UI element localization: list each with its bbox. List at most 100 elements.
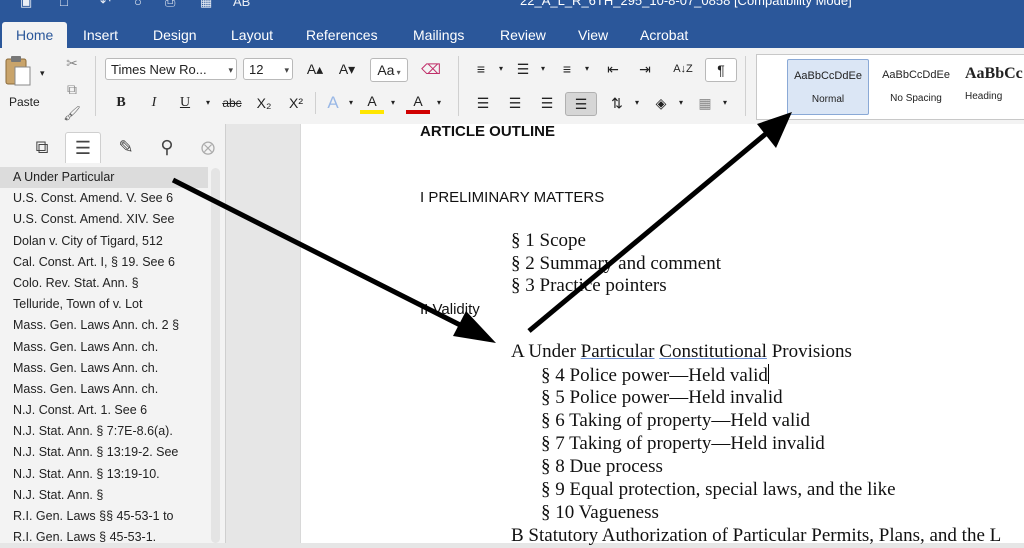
ribbon-home: ▾ Paste ✂ ⧉ 🖌 Times New Ro... ▾ 12 ▾ A▴ … xyxy=(0,48,1024,125)
nav-item[interactable]: Mass. Gen. Laws Ann. ch. xyxy=(0,379,208,400)
navigation-tabs: ⧉ ☰ ✎ ⚲ ⨂ xyxy=(0,124,225,166)
sidebar-toggle-icon[interactable]: ▣ xyxy=(20,0,32,10)
shading-icon[interactable]: ◈ xyxy=(648,92,674,114)
document-map-icon[interactable]: ☰ xyxy=(65,132,101,163)
outline-line: § 4 Police power—Held valid xyxy=(541,364,769,387)
decrease-indent-icon[interactable]: ⇤ xyxy=(600,58,626,80)
nav-item[interactable]: R.I. Gen. Laws § 45-53-1. xyxy=(0,527,208,548)
nav-item[interactable]: Colo. Rev. Stat. Ann. § xyxy=(0,273,208,294)
chevron-down-icon: ▾ xyxy=(284,65,289,75)
underline-dropdown-icon[interactable]: ▾ xyxy=(202,92,214,114)
tab-home[interactable]: Home xyxy=(2,22,68,48)
subheading-b: B Statutory Authorization of Particular … xyxy=(511,525,1002,546)
align-left-icon[interactable]: ☰ xyxy=(470,92,496,114)
font-name-value: Times New Ro... xyxy=(111,62,207,77)
undo-icon[interactable]: ↶ xyxy=(100,0,111,10)
multilevel-dropdown-icon[interactable]: ▾ xyxy=(582,58,592,80)
nav-item[interactable]: N.J. Stat. Ann. § xyxy=(0,485,208,506)
shading-dropdown-icon[interactable]: ▾ xyxy=(676,92,686,114)
tab-design[interactable]: Design xyxy=(139,22,211,48)
highlight-dropdown-icon[interactable]: ▾ xyxy=(388,92,398,114)
redo-icon[interactable]: ○ xyxy=(134,0,142,9)
font-size-value: 12 xyxy=(249,62,264,77)
font-color-dropdown-icon[interactable]: ▾ xyxy=(434,92,444,114)
print-icon[interactable]: ⎙ xyxy=(165,0,175,10)
format-painter-icon[interactable]: 🖌 xyxy=(62,102,82,124)
line-spacing-icon[interactable]: ⇅ xyxy=(604,92,630,114)
thumbnails-icon[interactable]: ⧉ xyxy=(25,132,59,162)
outline-text: § 4 Police power—Held valid xyxy=(541,365,768,386)
superscript-button[interactable]: X² xyxy=(284,92,308,114)
justify-icon[interactable]: ☰ xyxy=(565,92,597,116)
tab-references[interactable]: References xyxy=(292,22,392,48)
nav-item[interactable]: Cal. Const. Art. I, § 19. See 6 xyxy=(0,252,208,273)
style-no-spacing[interactable]: AaBbCcDdEe No Spacing xyxy=(876,59,956,113)
borders-dropdown-icon[interactable]: ▾ xyxy=(720,92,730,114)
strikethrough-button[interactable]: abc xyxy=(218,92,246,114)
search-icon[interactable]: ⚲ xyxy=(150,132,184,162)
customize-icon[interactable]: ▦ xyxy=(200,0,212,10)
nav-item[interactable]: Dolan v. City of Tigard, 512 xyxy=(0,231,208,252)
text-effects-dropdown-icon[interactable]: ▾ xyxy=(346,92,356,114)
borders-icon[interactable]: ▦ xyxy=(692,92,718,114)
style-heading[interactable]: AaBbCc Heading xyxy=(965,59,1024,113)
bullets-dropdown-icon[interactable]: ▾ xyxy=(496,58,506,80)
line-spacing-dropdown-icon[interactable]: ▾ xyxy=(632,92,642,114)
nav-item[interactable]: U.S. Const. Amend. XIV. See xyxy=(0,209,208,230)
tab-acrobat[interactable]: Acrobat xyxy=(626,22,702,48)
show-formatting-button[interactable]: ¶ xyxy=(705,58,737,82)
tab-insert[interactable]: Insert xyxy=(69,22,132,48)
italic-button[interactable]: I xyxy=(143,92,165,114)
clear-formatting-icon[interactable]: ⌫ xyxy=(418,58,444,80)
font-name-select[interactable]: Times New Ro... ▾ xyxy=(105,58,237,80)
nav-item[interactable]: Mass. Gen. Laws Ann. ch. xyxy=(0,358,208,379)
increase-indent-icon[interactable]: ⇥ xyxy=(632,58,658,80)
bullets-icon[interactable]: ≡ xyxy=(468,58,494,80)
style-sample: AaBbCc xyxy=(965,65,1023,82)
sort-button[interactable]: A↓Z xyxy=(668,58,698,80)
subscript-button[interactable]: X₂ xyxy=(252,92,276,114)
nav-item[interactable]: A Under Particular xyxy=(0,167,208,189)
outline-line: § 9 Equal protection, special laws, and … xyxy=(541,479,896,500)
outline-line: § 3 Practice pointers xyxy=(511,275,667,296)
cut-icon[interactable]: ✂ xyxy=(62,52,82,74)
nav-item[interactable]: N.J. Stat. Ann. § 13:19-10. xyxy=(0,464,208,485)
change-case-button[interactable]: Aa ▾ xyxy=(370,58,408,82)
paste-dropdown-icon[interactable]: ▾ xyxy=(40,62,45,84)
align-center-icon[interactable]: ☰ xyxy=(502,92,528,114)
bold-button[interactable]: B xyxy=(110,92,132,114)
outline-line: § 1 Scope xyxy=(511,230,586,251)
style-normal[interactable]: AaBbCcDdEe Normal xyxy=(787,59,869,115)
nav-item[interactable]: U.S. Const. Amend. V. See 6 xyxy=(0,188,208,209)
font-color-button[interactable]: A xyxy=(406,92,430,114)
text-cursor xyxy=(767,364,769,384)
numbering-icon[interactable]: ☰ xyxy=(510,58,536,80)
nav-item[interactable]: N.J. Const. Art. 1. See 6 xyxy=(0,400,208,421)
tab-layout[interactable]: Layout xyxy=(217,22,287,48)
nav-item[interactable]: N.J. Stat. Ann. § 13:19-2. See xyxy=(0,442,208,463)
scrollbar[interactable] xyxy=(211,168,220,543)
nav-item[interactable]: Telluride, Town of v. Lot xyxy=(0,294,208,315)
tab-mailings[interactable]: Mailings xyxy=(399,22,478,48)
align-right-icon[interactable]: ☰ xyxy=(534,92,560,114)
copy-icon[interactable]: ⧉ xyxy=(62,78,82,100)
nav-item[interactable]: N.J. Stat. Ann. § 7:7E-8.6(a). xyxy=(0,421,208,442)
shrink-font-button[interactable]: A▾ xyxy=(334,58,360,80)
font-size-select[interactable]: 12 ▾ xyxy=(243,58,293,80)
reviewing-pane-icon[interactable]: ✎ xyxy=(109,132,143,162)
underline-button[interactable]: U xyxy=(174,92,196,114)
tab-view[interactable]: View xyxy=(564,22,622,48)
numbering-dropdown-icon[interactable]: ▾ xyxy=(538,58,548,80)
text-effects-button[interactable]: A xyxy=(322,92,344,114)
preliminary-matters-heading: I PRELIMINARY MATTERS xyxy=(420,189,605,206)
tab-review[interactable]: Review xyxy=(486,22,560,48)
nav-item[interactable]: R.I. Gen. Laws §§ 45-53-1 to xyxy=(0,506,208,527)
close-icon[interactable]: ⨂ xyxy=(191,132,225,162)
nav-item[interactable]: Mass. Gen. Laws Ann. ch. 2 § xyxy=(0,315,208,336)
spelling-flag: Constitutional xyxy=(659,341,767,362)
nav-item[interactable]: Mass. Gen. Laws Ann. ch. xyxy=(0,337,208,358)
highlight-button[interactable]: A xyxy=(360,92,384,114)
save-icon[interactable]: □ xyxy=(60,0,68,9)
grow-font-button[interactable]: A▴ xyxy=(302,58,328,80)
multilevel-list-icon[interactable]: ≡ xyxy=(554,58,580,80)
